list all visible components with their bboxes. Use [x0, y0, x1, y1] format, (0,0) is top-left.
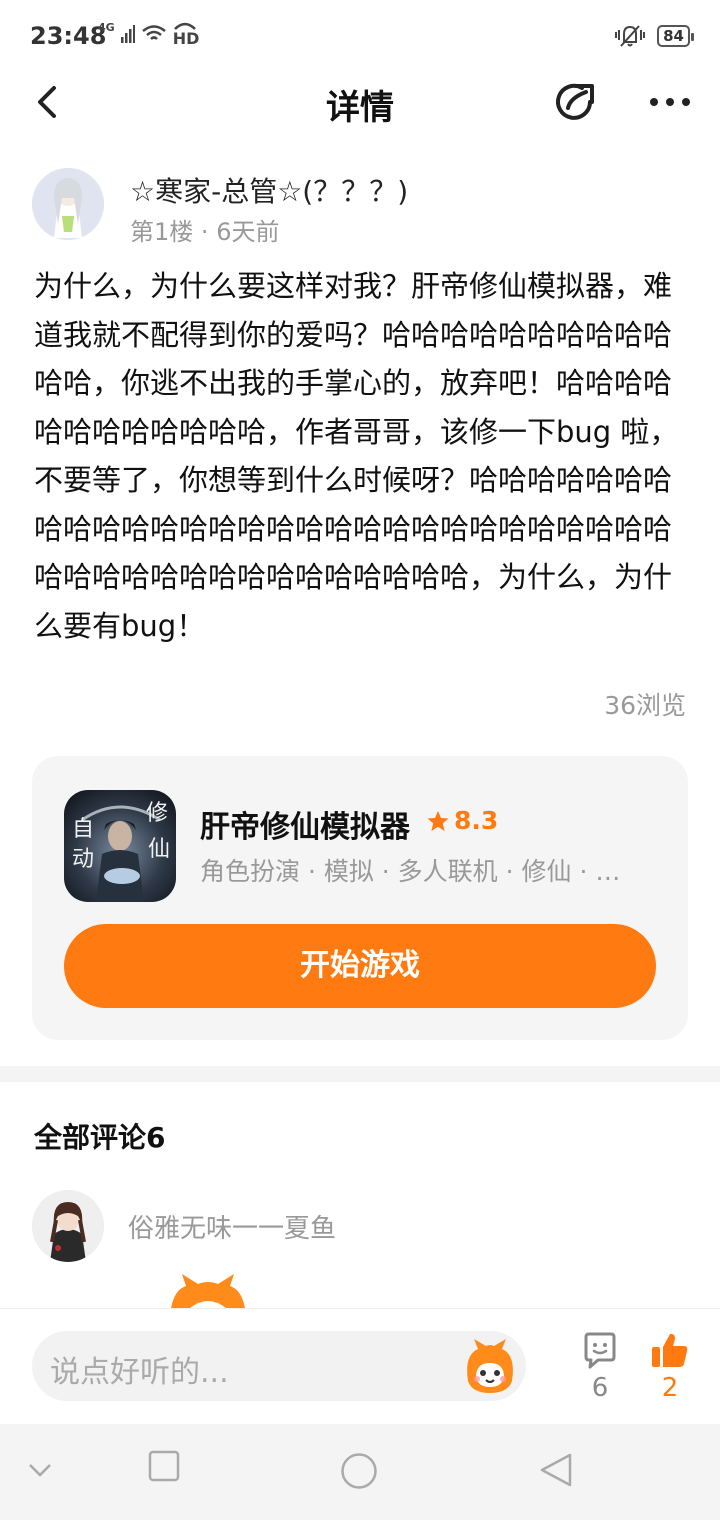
nav-back-icon[interactable]	[538, 1452, 574, 1488]
nav-bar: 详情	[0, 72, 720, 132]
commenter-avatar[interactable]	[32, 1190, 104, 1262]
game-cover-image: 自 动 修 仙	[64, 790, 176, 902]
rating-value: 8.3	[454, 806, 499, 835]
status-icons-right: 84	[615, 24, 694, 48]
hd-label: HD	[172, 28, 200, 48]
meta-separator: ·	[200, 218, 217, 246]
vibrate-bell-icon	[615, 25, 646, 47]
share-button[interactable]	[552, 78, 600, 126]
status-bar: 23:48 4G HD 84	[0, 0, 720, 72]
game-card[interactable]: 自 动 修 仙 肝帝修仙模拟器 8.3 角色扮演 · 模拟 · 多人联机 · 修…	[32, 756, 688, 1040]
emoji-mascot-icon[interactable]	[462, 1337, 518, 1395]
author-name[interactable]: ☆寒家-总管☆(？？？)	[130, 170, 408, 210]
status-icons-left: 4G HD	[98, 20, 199, 48]
home-icon[interactable]	[340, 1452, 378, 1490]
comment-count: 6	[591, 1373, 609, 1403]
game-icon[interactable]: 自 动 修 仙	[64, 790, 176, 902]
post-author: ☆寒家-总管☆(？？？) 第1楼 · 6天前	[32, 168, 692, 247]
nav-down-icon[interactable]	[28, 1460, 52, 1480]
like-button[interactable]: 2	[644, 1329, 696, 1413]
comment-input[interactable]: 说点好听的...	[32, 1331, 526, 1401]
mascot-sticker-icon	[171, 1274, 245, 1308]
comment-input-placeholder: 说点好听的...	[50, 1355, 229, 1390]
comment-bubble-icon	[584, 1332, 616, 1369]
bottom-action-bar: 说点好听的... 6 2	[0, 1308, 720, 1424]
post-meta: 第1楼 · 6天前	[130, 212, 279, 247]
view-count: 36浏览	[604, 691, 686, 720]
post-time: 6天前	[216, 218, 280, 246]
comment-count-button[interactable]: 6	[574, 1329, 626, 1413]
network-type: 4G	[98, 20, 115, 34]
section-divider	[0, 1066, 720, 1082]
post-content: 为什么，为什么要这样对我？肝帝修仙模拟器，难道我就不配得到你的爱吗？哈哈哈哈哈哈…	[34, 269, 679, 643]
status-time: 23:48	[30, 22, 107, 50]
game-icon-char-2: 动	[72, 847, 94, 872]
battery-indicator: 84	[657, 25, 694, 47]
game-tags: 角色扮演 · 模拟 · 多人联机 · 修仙 · …	[200, 857, 621, 886]
hd-indicator: HD	[173, 22, 199, 48]
thumbs-up-icon	[652, 1333, 688, 1367]
wifi-icon	[141, 25, 166, 40]
game-icon-char-1: 自	[72, 817, 94, 842]
floor-label: 第1楼	[130, 218, 194, 246]
signal-icon	[120, 25, 135, 43]
more-button[interactable]	[646, 80, 694, 124]
game-name[interactable]: 肝帝修仙模拟器	[200, 802, 410, 846]
like-count: 2	[661, 1373, 679, 1403]
game-icon-char-3: 修	[146, 801, 168, 826]
game-rating: 8.3	[426, 806, 498, 835]
commenter-avatar-image	[32, 1190, 104, 1262]
recent-apps-icon[interactable]	[148, 1450, 180, 1482]
star-icon	[427, 810, 449, 831]
comments-title: 全部评论6	[34, 1121, 166, 1154]
comment-sticker	[162, 1272, 254, 1308]
start-game-button[interactable]: 开始游戏	[64, 924, 656, 1008]
commenter-name[interactable]: 俗雅无味一一夏鱼	[128, 1208, 336, 1245]
anime-avatar-image	[32, 168, 104, 240]
share-icon	[556, 83, 594, 120]
more-dots-icon	[650, 98, 690, 106]
avatar[interactable]	[32, 168, 104, 240]
system-nav-bar	[0, 1424, 720, 1520]
page-title: 详情	[326, 88, 394, 128]
game-icon-char-4: 仙	[148, 837, 170, 862]
